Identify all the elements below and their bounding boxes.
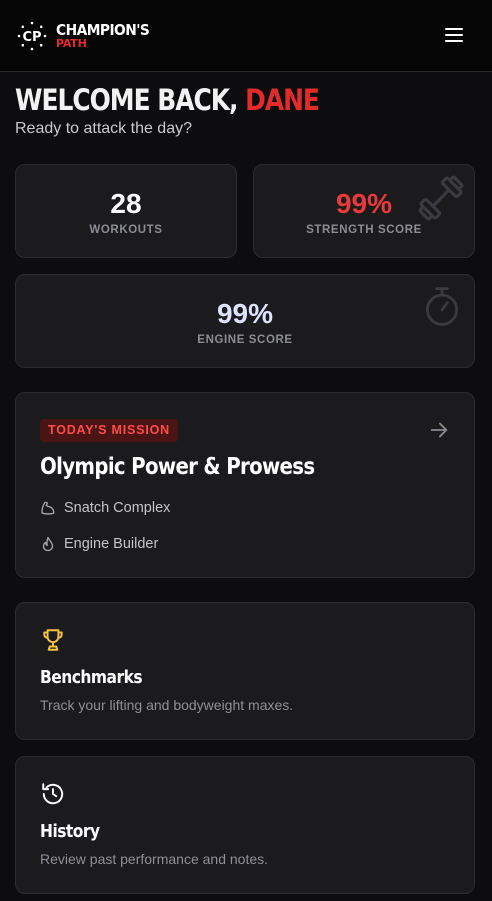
- engine-stat-card[interactable]: 99% ENGINE SCORE: [15, 274, 475, 368]
- welcome-subtitle: Ready to attack the day?: [15, 120, 192, 137]
- welcome-heading: WELCOME BACK, DANE: [15, 83, 320, 117]
- brand-name-bottom: PATH: [56, 37, 87, 50]
- trophy-icon: [43, 629, 63, 651]
- history-card[interactable]: History Review past performance and note…: [15, 756, 475, 894]
- strength-stat-card[interactable]: 99% STRENGTH SCORE: [253, 164, 475, 258]
- champions-path-logo-icon[interactable]: CP: [16, 20, 48, 52]
- arrow-right-icon[interactable]: [428, 419, 450, 441]
- workouts-stat-card[interactable]: 28 WORKOUTS: [15, 164, 237, 258]
- history-description: Review past performance and notes.: [40, 851, 269, 867]
- flame-icon: [42, 536, 54, 552]
- svg-text:CP: CP: [22, 30, 41, 45]
- mission-item-label: Engine Builder: [64, 536, 159, 552]
- history-title: History: [40, 821, 100, 842]
- hamburger-menu-button[interactable]: [443, 26, 467, 46]
- todays-mission-card[interactable]: TODAY'S MISSION Olympic Power & Prowess …: [15, 392, 475, 578]
- user-name: DANE: [245, 83, 320, 117]
- top-nav-bar: CP CHAMPION'S PATH: [0, 0, 492, 72]
- hamburger-menu-icon: [445, 28, 463, 30]
- workouts-count: 28: [110, 188, 142, 219]
- welcome-greeting: WELCOME BACK,: [15, 83, 239, 117]
- mission-badge: TODAY'S MISSION: [40, 419, 178, 442]
- strength-score-value: 99%: [335, 188, 393, 219]
- bicep-icon: [41, 501, 55, 515]
- engine-score-label: ENGINE SCORE: [197, 334, 293, 346]
- mission-item-label: Snatch Complex: [64, 500, 171, 516]
- benchmarks-card[interactable]: Benchmarks Track your lifting and bodywe…: [15, 602, 475, 740]
- benchmarks-title: Benchmarks: [40, 667, 143, 688]
- engine-score-value: 99%: [216, 298, 274, 329]
- strength-score-label: STRENGTH SCORE: [306, 224, 422, 236]
- mission-title: Olympic Power & Prowess: [40, 454, 315, 480]
- history-icon: [42, 783, 64, 805]
- workouts-label: WORKOUTS: [89, 224, 163, 236]
- benchmarks-description: Track your lifting and bodyweight maxes.: [40, 697, 294, 713]
